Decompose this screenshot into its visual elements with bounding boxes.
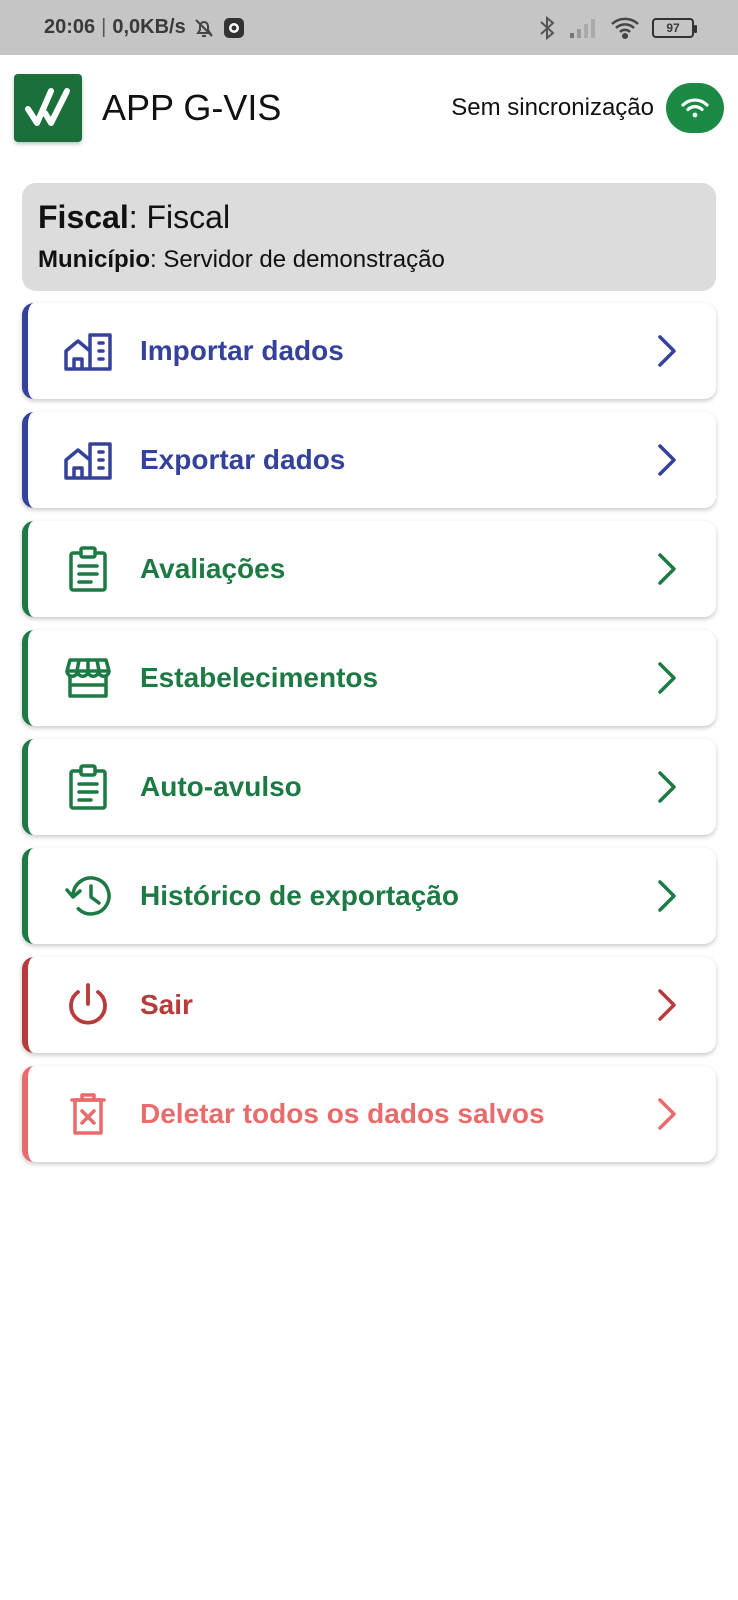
chevron-right-icon: [652, 331, 682, 371]
fiscal-key: Fiscal: [38, 199, 129, 235]
menu-item-deletar-dados[interactable]: Deletar todos os dados salvos: [22, 1066, 716, 1162]
fiscal-value: : Fiscal: [128, 199, 231, 235]
municipio-line: Município: Servidor de demonstração: [38, 246, 700, 274]
app-title: APP G-VIS: [102, 86, 282, 128]
status-time: 20:06: [44, 16, 96, 38]
menu-item-auto-avulso[interactable]: Auto-avulso: [22, 739, 716, 835]
main-menu: Importar dados Exportar dados Avaliações: [22, 303, 716, 1175]
wifi-icon: [681, 97, 709, 117]
mute-bell-icon: [192, 16, 216, 40]
buildings-icon: [62, 434, 114, 486]
menu-label: Exportar dados: [140, 444, 346, 475]
menu-label: Importar dados: [140, 335, 344, 366]
power-icon: [62, 979, 114, 1031]
buildings-icon: [62, 325, 114, 377]
menu-item-estabelecimentos[interactable]: Estabelecimentos: [22, 630, 716, 726]
municipio-value: : Servidor de demonstração: [149, 246, 445, 273]
chevron-right-icon: [652, 767, 682, 807]
delete-icon: [62, 1088, 114, 1140]
wifi-icon: [610, 16, 640, 40]
bluetooth-icon: [538, 15, 556, 41]
store-icon: [62, 652, 114, 704]
double-check-icon: [14, 73, 82, 142]
municipio-key: Município: [38, 246, 150, 273]
chevron-right-icon: [652, 440, 682, 480]
menu-item-sair[interactable]: Sair: [22, 957, 716, 1053]
app-notification-icon: [222, 16, 246, 40]
app-bar: APP G-VIS Sem sincronização: [0, 55, 738, 160]
menu-item-avaliacoes[interactable]: Avaliações: [22, 521, 716, 617]
chevron-right-icon: [652, 876, 682, 916]
chevron-right-icon: [652, 658, 682, 698]
sync-button[interactable]: [666, 82, 724, 133]
history-icon: [62, 870, 114, 922]
menu-label: Histórico de exportação: [140, 880, 459, 911]
menu-label: Auto-avulso: [140, 771, 302, 802]
chevron-right-icon: [652, 549, 682, 589]
battery-icon: 97: [652, 17, 697, 38]
status-bar: 20:06 | 0,0KB/s 97: [0, 0, 738, 55]
clipboard-icon: [62, 761, 114, 813]
menu-item-importar-dados[interactable]: Importar dados: [22, 303, 716, 399]
status-speed: 0,0KB/s: [112, 16, 186, 38]
fiscal-line: Fiscal: Fiscal: [38, 199, 700, 236]
user-info-card: Fiscal: Fiscal Município: Servidor de de…: [22, 183, 716, 291]
menu-label: Estabelecimentos: [140, 662, 379, 693]
menu-label: Deletar todos os dados salvos: [140, 1098, 545, 1129]
menu-label: Sair: [140, 989, 193, 1020]
menu-item-exportar-dados[interactable]: Exportar dados: [22, 412, 716, 508]
clipboard-icon: [62, 543, 114, 595]
chevron-right-icon: [652, 985, 682, 1025]
sync-status-label: Sem sincronização: [451, 93, 654, 121]
menu-item-historico-exportacao[interactable]: Histórico de exportação: [22, 848, 716, 944]
menu-label: Avaliações: [140, 553, 286, 584]
signal-icon: [568, 17, 598, 39]
chevron-right-icon: [652, 1094, 682, 1134]
